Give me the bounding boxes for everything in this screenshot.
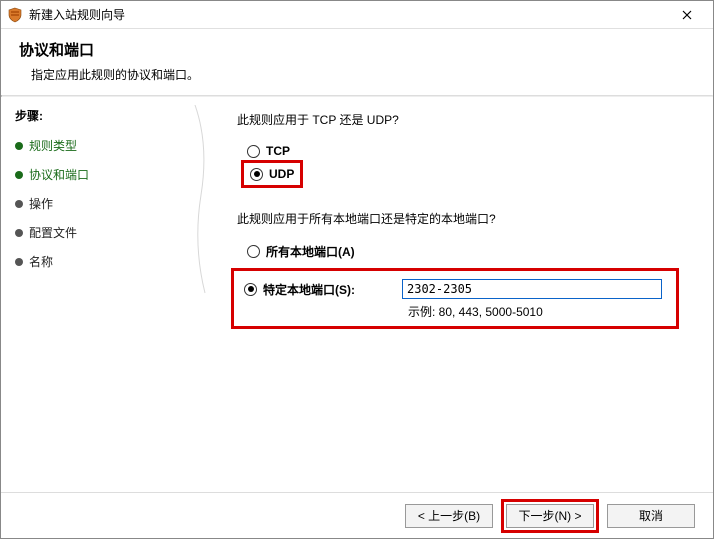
radio-label-udp: UDP bbox=[269, 167, 294, 181]
step-label: 协议和端口 bbox=[29, 166, 89, 183]
highlight-udp: UDP bbox=[241, 160, 303, 188]
step-label: 规则类型 bbox=[29, 137, 77, 154]
content-pane: 此规则应用于 TCP 还是 UDP? TCP UDP 此规则应用于所有本地端口还… bbox=[201, 97, 713, 492]
radio-udp[interactable]: UDP bbox=[250, 165, 294, 183]
back-button[interactable]: < 上一步(B) bbox=[405, 504, 493, 528]
radio-icon bbox=[247, 245, 260, 258]
bullet-icon bbox=[15, 200, 23, 208]
radio-all-ports[interactable]: 所有本地端口(A) bbox=[247, 241, 689, 262]
port-question: 此规则应用于所有本地端口还是特定的本地端口? bbox=[237, 210, 689, 227]
radio-icon bbox=[247, 145, 260, 158]
wizard-window: 新建入站规则向导 协议和端口 指定应用此规则的协议和端口。 步骤: 规则类型 协… bbox=[0, 0, 714, 539]
bullet-icon bbox=[15, 229, 23, 237]
titlebar: 新建入站规则向导 bbox=[1, 1, 713, 29]
step-protocol-ports[interactable]: 协议和端口 bbox=[15, 163, 193, 186]
radio-icon bbox=[250, 168, 263, 181]
wizard-body: 步骤: 规则类型 协议和端口 操作 配置文件 名称 bbox=[1, 97, 713, 492]
step-rule-type[interactable]: 规则类型 bbox=[15, 134, 193, 157]
radio-specific-ports[interactable]: 特定本地端口(S): bbox=[244, 281, 384, 298]
page-header: 协议和端口 指定应用此规则的协议和端口。 bbox=[1, 29, 713, 95]
page-title: 协议和端口 bbox=[19, 39, 695, 60]
steps-sidebar: 步骤: 规则类型 协议和端口 操作 配置文件 名称 bbox=[1, 97, 201, 492]
close-button[interactable] bbox=[667, 1, 707, 28]
radio-icon bbox=[244, 283, 257, 296]
radio-tcp[interactable]: TCP bbox=[247, 142, 689, 160]
radio-label-specific-ports: 特定本地端口(S): bbox=[263, 281, 355, 298]
port-example: 示例: 80, 443, 5000-5010 bbox=[408, 303, 666, 320]
port-radio-group-top: 所有本地端口(A) bbox=[247, 241, 689, 262]
next-button[interactable]: 下一步(N) > bbox=[506, 504, 594, 528]
steps-heading: 步骤: bbox=[15, 107, 193, 124]
highlight-specific-port: 特定本地端口(S): 示例: 80, 443, 5000-5010 bbox=[231, 268, 679, 329]
bullet-icon bbox=[15, 258, 23, 266]
bullet-icon bbox=[15, 171, 23, 179]
step-name[interactable]: 名称 bbox=[15, 250, 193, 273]
radio-label-all-ports: 所有本地端口(A) bbox=[266, 243, 355, 260]
protocol-question: 此规则应用于 TCP 还是 UDP? bbox=[237, 111, 689, 128]
radio-label-tcp: TCP bbox=[266, 144, 290, 158]
step-action[interactable]: 操作 bbox=[15, 192, 193, 215]
wizard-footer: < 上一步(B) 下一步(N) > 取消 bbox=[1, 492, 713, 538]
window-title: 新建入站规则向导 bbox=[29, 6, 667, 23]
bullet-icon bbox=[15, 142, 23, 150]
step-label: 名称 bbox=[29, 253, 53, 270]
step-label: 操作 bbox=[29, 195, 53, 212]
firewall-icon bbox=[7, 7, 23, 23]
page-description: 指定应用此规则的协议和端口。 bbox=[31, 66, 695, 83]
cancel-button[interactable]: 取消 bbox=[607, 504, 695, 528]
highlight-next: 下一步(N) > bbox=[501, 499, 599, 533]
step-label: 配置文件 bbox=[29, 224, 77, 241]
step-profile[interactable]: 配置文件 bbox=[15, 221, 193, 244]
protocol-radio-group: TCP UDP bbox=[247, 142, 689, 188]
port-input[interactable] bbox=[402, 279, 662, 299]
